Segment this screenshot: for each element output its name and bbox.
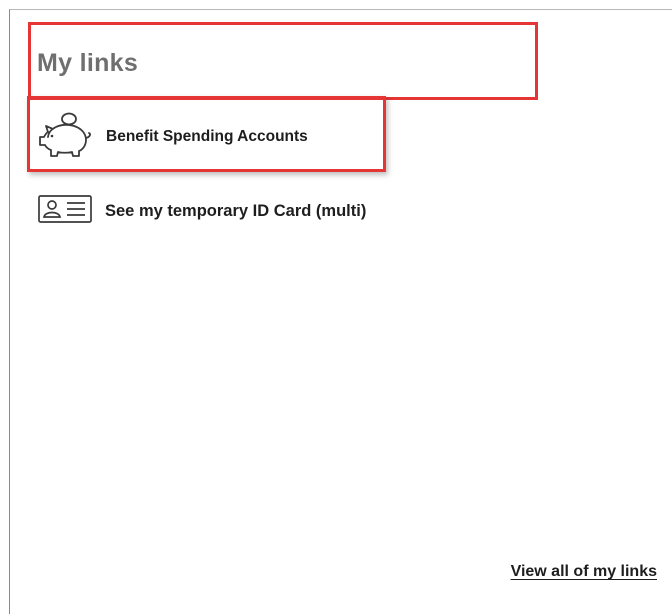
link-benefit-spending-accounts[interactable]: Benefit Spending Accounts	[36, 112, 308, 162]
screenshot-stage: My links Benefit Spending Accounts See m…	[0, 0, 672, 614]
link-label: See my temporary ID Card (multi)	[105, 201, 367, 220]
piggy-bank-icon	[36, 110, 94, 165]
view-all-links-link[interactable]: View all of my links	[511, 563, 657, 581]
id-card-icon	[37, 193, 93, 230]
link-label: Benefit Spending Accounts	[106, 128, 308, 145]
link-temporary-id-card[interactable]: See my temporary ID Card (multi)	[37, 193, 366, 229]
my-links-panel	[9, 9, 672, 614]
panel-title: My links	[37, 49, 139, 77]
